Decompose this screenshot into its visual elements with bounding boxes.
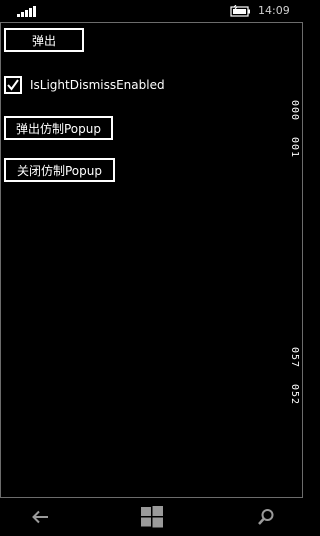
status-bar: 14:09 [0, 0, 303, 22]
light-dismiss-checkbox-label: IsLightDismissEnabled [30, 78, 165, 92]
windows-start-icon [141, 506, 163, 528]
vertical-label-1: 000 [289, 100, 300, 122]
back-arrow-icon [32, 510, 48, 524]
back-button[interactable] [10, 498, 70, 536]
signal-strength-icon [17, 6, 36, 17]
vertical-label-3: 057 [289, 347, 300, 369]
vertical-label-2: 001 [289, 137, 300, 159]
popup-button[interactable]: 弹出 [4, 28, 84, 52]
battery-charging-icon [230, 5, 250, 17]
navigation-bar [0, 498, 303, 536]
app-frame [0, 22, 303, 498]
close-fake-popup-button[interactable]: 关闭仿制Popup [4, 158, 115, 182]
light-dismiss-checkbox[interactable] [4, 76, 22, 94]
vertical-label-4: 052 [289, 384, 300, 406]
status-clock: 14:09 [258, 4, 290, 17]
search-button[interactable] [236, 498, 296, 536]
checkmark-icon [7, 79, 19, 91]
open-fake-popup-button[interactable]: 弹出仿制Popup [4, 116, 113, 140]
start-button[interactable] [122, 498, 182, 536]
app-content-area: 弹出 IsLightDismissEnabled 弹出仿制Popup 关闭仿制P… [0, 22, 303, 498]
search-icon [258, 509, 274, 525]
